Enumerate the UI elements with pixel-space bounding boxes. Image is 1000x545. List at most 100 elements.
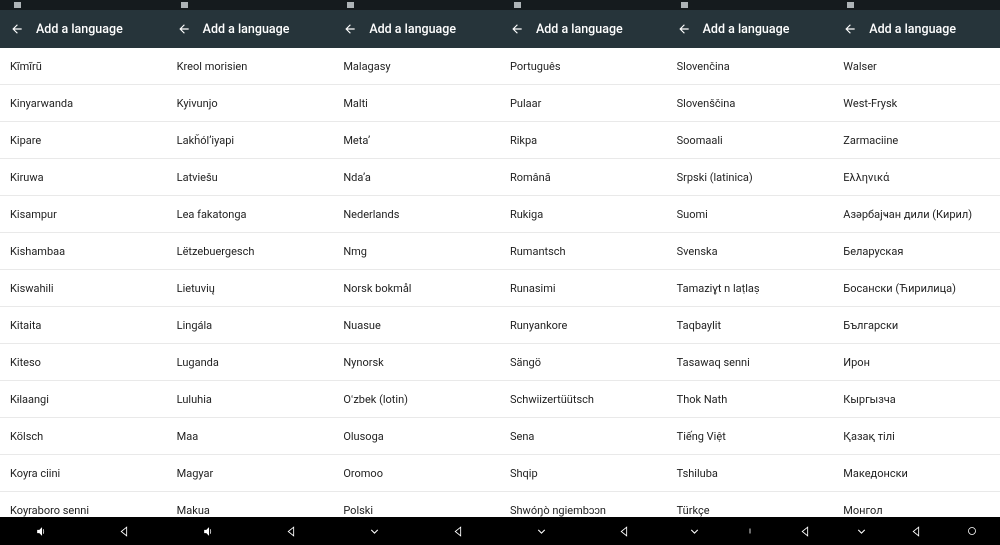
language-list[interactable]: SlovenčinaSlovenščinaSoomaaliSrpski (lat… (667, 48, 834, 517)
language-item[interactable]: Қазақ тілі (833, 418, 1000, 455)
language-item[interactable]: Nmg (333, 233, 500, 270)
language-item[interactable]: Български (833, 307, 1000, 344)
language-item[interactable]: Kinyarwanda (0, 85, 167, 122)
language-item[interactable]: Zarmaciine (833, 122, 1000, 159)
language-item[interactable]: Koyra ciini (0, 455, 167, 492)
language-item[interactable]: Runasimi (500, 270, 667, 307)
language-item[interactable]: Shqip (500, 455, 667, 492)
chevron-down-icon[interactable] (368, 524, 382, 538)
language-item[interactable]: Schwiizertüütsch (500, 381, 667, 418)
language-item[interactable]: Koyraboro senni (0, 492, 167, 517)
language-item[interactable]: Sena (500, 418, 667, 455)
language-item[interactable]: Nynorsk (333, 344, 500, 381)
language-item[interactable]: Rumantsch (500, 233, 667, 270)
language-item[interactable]: Taqbaylit (667, 307, 834, 344)
language-item[interactable]: Metaʼ (333, 122, 500, 159)
back-arrow-icon[interactable] (343, 22, 357, 36)
language-item[interactable]: Азәрбајҹан дили (Кирил) (833, 196, 1000, 233)
language-item[interactable]: Ndaʼa (333, 159, 500, 196)
back-arrow-icon[interactable] (510, 22, 524, 36)
language-list[interactable]: MalagasyMaltiMetaʼNdaʼaNederlandsNmgNors… (333, 48, 500, 517)
language-item[interactable]: Македонски (833, 455, 1000, 492)
language-item[interactable]: Norsk bokmål (333, 270, 500, 307)
language-item[interactable]: Kreol morisien (167, 48, 334, 85)
language-item[interactable]: Kĩmĩrũ (0, 48, 167, 85)
chevron-down-icon[interactable] (854, 524, 868, 538)
volume-icon[interactable] (201, 524, 215, 538)
language-item[interactable]: Kɨlaangi (0, 381, 167, 418)
nav-back-icon[interactable] (798, 524, 812, 538)
language-item[interactable]: Latviešu (167, 159, 334, 196)
language-item[interactable]: Lakȟólʼiyapi (167, 122, 334, 159)
language-item[interactable]: Tiếng Việt (667, 418, 834, 455)
language-item[interactable]: Svenska (667, 233, 834, 270)
back-arrow-icon[interactable] (843, 22, 857, 36)
language-list[interactable]: PortuguêsPulaarRikpaRomânăRukigaRumantsc… (500, 48, 667, 517)
language-item[interactable]: Беларуская (833, 233, 1000, 270)
volume-icon[interactable] (35, 524, 49, 538)
language-item[interactable]: Srpski (latinica) (667, 159, 834, 196)
language-item[interactable]: Thok Nath (667, 381, 834, 418)
language-item[interactable]: Polski (333, 492, 500, 517)
language-item[interactable]: Tamaziɣt n laṭlaṣ (667, 270, 834, 307)
language-item[interactable]: Босански (Ћирилица) (833, 270, 1000, 307)
language-item[interactable]: Tasawaq senni (667, 344, 834, 381)
language-item[interactable]: Kitaita (0, 307, 167, 344)
language-list[interactable]: KĩmĩrũKinyarwandaKipareKiruwaKisampurKis… (0, 48, 167, 517)
language-item[interactable]: Slovenščina (667, 85, 834, 122)
back-arrow-icon[interactable] (177, 22, 191, 36)
language-item[interactable]: Malagasy (333, 48, 500, 85)
language-item[interactable]: Kyivunjo (167, 85, 334, 122)
language-item[interactable]: Lingála (167, 307, 334, 344)
nav-back-icon[interactable] (285, 524, 299, 538)
nav-back-icon[interactable] (118, 524, 132, 538)
language-list[interactable]: Kreol morisienKyivunjoLakȟólʼiyapiLatvie… (167, 48, 334, 517)
language-item[interactable]: Kishambaa (0, 233, 167, 270)
language-item[interactable]: Suomi (667, 196, 834, 233)
chevron-down-icon[interactable] (535, 524, 549, 538)
language-item[interactable]: Lietuvių (167, 270, 334, 307)
language-item[interactable]: Кыргызча (833, 381, 1000, 418)
language-item[interactable]: Kiteso (0, 344, 167, 381)
nav-back-icon[interactable] (451, 524, 465, 538)
language-item[interactable]: Luganda (167, 344, 334, 381)
language-item[interactable]: Kipare (0, 122, 167, 159)
language-item[interactable]: Olusoga (333, 418, 500, 455)
nav-home-icon[interactable] (965, 524, 979, 538)
language-item[interactable]: Runyankore (500, 307, 667, 344)
language-item[interactable]: Lëtzebuergesch (167, 233, 334, 270)
language-item[interactable]: Oromoo (333, 455, 500, 492)
language-item[interactable]: Nederlands (333, 196, 500, 233)
back-arrow-icon[interactable] (10, 22, 24, 36)
language-item[interactable]: Walser (833, 48, 1000, 85)
language-item[interactable]: Kölsch (0, 418, 167, 455)
language-item[interactable]: Rukiga (500, 196, 667, 233)
language-item[interactable]: Soomaali (667, 122, 834, 159)
language-item[interactable]: Nuasue (333, 307, 500, 344)
language-item[interactable]: Ирон (833, 344, 1000, 381)
language-item[interactable]: Português (500, 48, 667, 85)
language-item[interactable]: Rikpa (500, 122, 667, 159)
language-item[interactable]: Makua (167, 492, 334, 517)
language-item[interactable]: Slovenčina (667, 48, 834, 85)
language-item[interactable]: Shwóŋò ngiembɔɔn (500, 492, 667, 517)
language-item[interactable]: Ελληνικά (833, 159, 1000, 196)
language-item[interactable]: Pulaar (500, 85, 667, 122)
back-arrow-icon[interactable] (677, 22, 691, 36)
language-item[interactable]: West-Frysk (833, 85, 1000, 122)
language-item[interactable]: Kiruwa (0, 159, 167, 196)
language-item[interactable]: Sängö (500, 344, 667, 381)
chevron-down-icon[interactable] (687, 524, 701, 538)
language-item[interactable]: Tshiluba (667, 455, 834, 492)
nav-back-icon[interactable] (910, 524, 924, 538)
language-item[interactable]: Magyar (167, 455, 334, 492)
language-item[interactable]: Lea fakatonga (167, 196, 334, 233)
language-item[interactable]: Luluhia (167, 381, 334, 418)
nav-back-icon[interactable] (618, 524, 632, 538)
language-list[interactable]: WalserWest-FryskZarmaciineΕλληνικάАзәрба… (833, 48, 1000, 517)
language-item[interactable]: Oʻzbek (lotin) (333, 381, 500, 418)
language-item[interactable]: Kisampur (0, 196, 167, 233)
language-item[interactable]: Türkçe (667, 492, 834, 517)
language-item[interactable]: Română (500, 159, 667, 196)
language-item[interactable]: Монгол (833, 492, 1000, 517)
